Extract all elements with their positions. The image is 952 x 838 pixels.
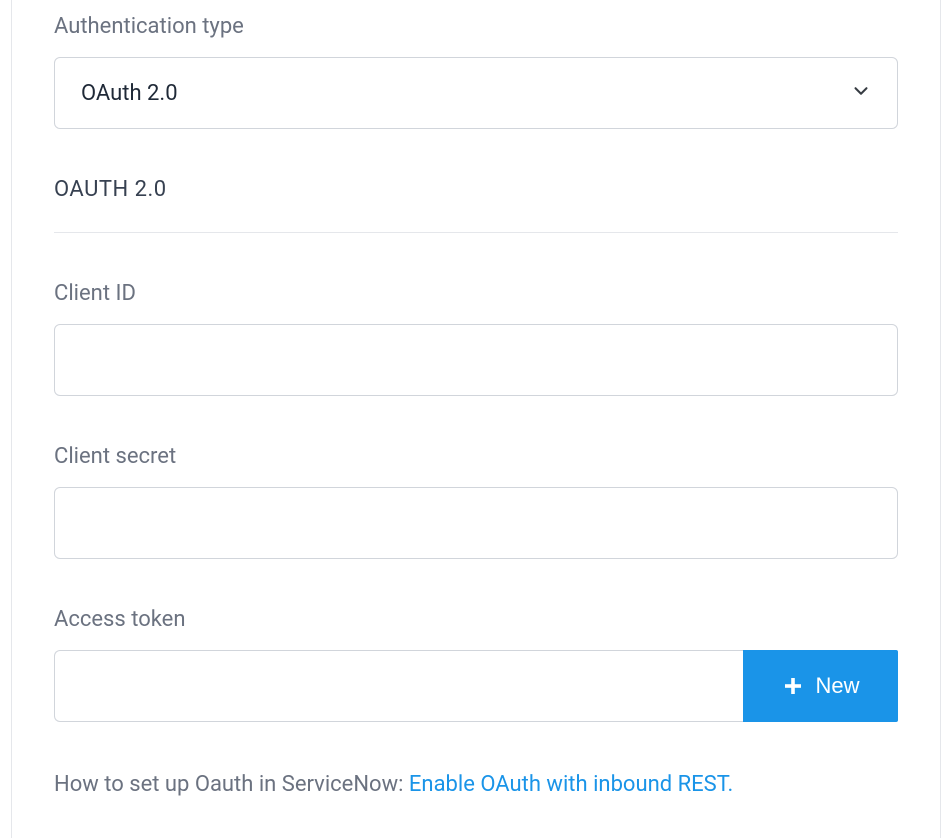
client-id-input[interactable] — [54, 324, 898, 396]
client-id-field-group: Client ID — [54, 281, 898, 396]
plus-icon — [781, 674, 805, 698]
auth-type-select[interactable]: OAuth 2.0 — [54, 57, 898, 129]
access-token-label: Access token — [54, 607, 898, 632]
new-token-button[interactable]: New — [743, 650, 898, 722]
auth-type-label: Authentication type — [54, 14, 898, 39]
access-token-row: New — [54, 650, 898, 722]
client-secret-label: Client secret — [54, 444, 898, 469]
oauth-help-link[interactable]: Enable OAuth with inbound REST. — [409, 772, 733, 797]
oauth-section-heading: OAUTH 2.0 — [54, 177, 898, 233]
settings-panel: Authentication type OAuth 2.0 OAUTH 2.0 … — [11, 0, 941, 838]
client-secret-field-group: Client secret — [54, 444, 898, 559]
help-prefix: How to set up Oauth in ServiceNow: — [54, 772, 409, 797]
auth-type-select-wrapper: OAuth 2.0 — [54, 57, 898, 129]
new-button-label: New — [815, 673, 859, 699]
client-secret-input[interactable] — [54, 487, 898, 559]
auth-type-field-group: Authentication type OAuth 2.0 — [54, 14, 898, 129]
client-id-label: Client ID — [54, 281, 898, 306]
oauth-help-text: How to set up Oauth in ServiceNow: Enabl… — [54, 770, 898, 801]
access-token-input[interactable] — [54, 650, 743, 722]
auth-type-selected-value: OAuth 2.0 — [81, 81, 178, 106]
access-token-field-group: Access token New — [54, 607, 898, 722]
